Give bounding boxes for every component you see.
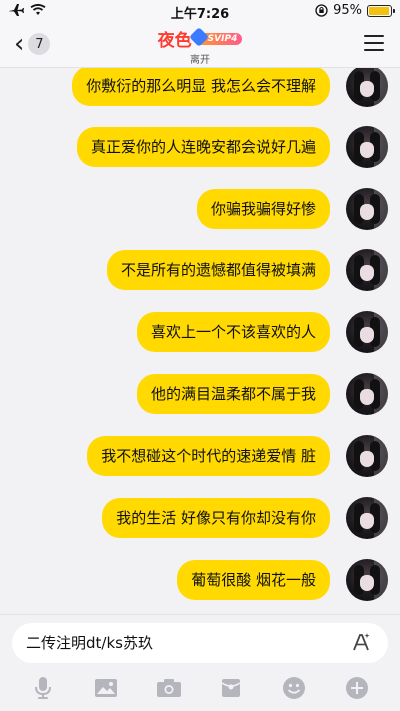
nav-title[interactable]: 夜色 SVIP4 离开 bbox=[0, 26, 400, 66]
message-row: 我的生活 好像只有你却没有你 bbox=[0, 497, 400, 548]
svip-label: SVIP4 bbox=[207, 33, 238, 44]
message-bubble[interactable]: 葡萄很酸 烟花一般 bbox=[177, 560, 330, 600]
image-icon[interactable] bbox=[92, 674, 120, 702]
battery-percent: 95% bbox=[333, 3, 362, 18]
avatar[interactable] bbox=[346, 249, 388, 291]
message-row: 你敷衍的那么明显 我怎么会不理解 bbox=[0, 68, 400, 116]
message-row: 喜欢上一个不该喜欢的人 bbox=[0, 311, 400, 362]
battery-icon bbox=[367, 4, 395, 17]
message-row: 你骗我骗得好惨 bbox=[0, 188, 400, 239]
input-area: 二传注明dt/ks苏玖 bbox=[0, 614, 400, 711]
avatar[interactable] bbox=[346, 188, 388, 230]
nav-bar: ‹ 7 夜色 SVIP4 离开 bbox=[0, 22, 400, 68]
message-bubble[interactable]: 不是所有的遗憾都值得被填满 bbox=[106, 250, 330, 290]
orientation-lock-icon bbox=[315, 4, 328, 17]
emoji-icon[interactable] bbox=[280, 674, 308, 702]
camera-icon[interactable] bbox=[155, 674, 183, 702]
menu-button[interactable] bbox=[364, 35, 384, 51]
menu-line bbox=[364, 49, 384, 51]
svip-diamond-icon bbox=[188, 26, 209, 47]
avatar[interactable] bbox=[346, 373, 388, 415]
microphone-icon[interactable] bbox=[29, 674, 57, 702]
message-row: 葡萄很酸 烟花一般 bbox=[0, 559, 400, 610]
chat-area[interactable]: 你敷衍的那么明显 我怎么会不理解 真正爱你的人连晚安都会说好几遍 你骗我骗得好惨… bbox=[0, 68, 400, 614]
toolbar bbox=[0, 671, 400, 705]
message-row: 他的满目温柔都不属于我 bbox=[0, 373, 400, 424]
red-packet-icon[interactable] bbox=[217, 674, 245, 702]
message-input-text: 二传注明dt/ks苏玖 bbox=[26, 634, 153, 652]
avatar[interactable] bbox=[346, 311, 388, 353]
plus-icon[interactable] bbox=[343, 674, 371, 702]
message-row: 真正爱你的人连晚安都会说好几遍 bbox=[0, 126, 400, 177]
text-style-icon[interactable] bbox=[350, 631, 372, 653]
message-bubble[interactable]: 他的满目温柔都不属于我 bbox=[136, 374, 330, 414]
message-bubble[interactable]: 我的生活 好像只有你却没有你 bbox=[102, 498, 330, 538]
menu-line bbox=[364, 42, 384, 44]
message-row: 我不想碰这个时代的速递爱情 脏 bbox=[0, 435, 400, 486]
avatar[interactable] bbox=[346, 435, 388, 477]
message-bubble[interactable]: 喜欢上一个不该喜欢的人 bbox=[136, 312, 330, 352]
contact-name: 夜色 bbox=[157, 31, 192, 51]
contact-status: 离开 bbox=[190, 55, 210, 66]
menu-line bbox=[364, 35, 384, 37]
avatar[interactable] bbox=[346, 68, 388, 107]
message-bubble[interactable]: 你骗我骗得好惨 bbox=[196, 189, 330, 229]
avatar[interactable] bbox=[346, 559, 388, 601]
message-row: 不是所有的遗憾都值得被填满 bbox=[0, 249, 400, 300]
message-input[interactable]: 二传注明dt/ks苏玖 bbox=[12, 623, 388, 663]
status-bar: 上午7:26 95% bbox=[0, 0, 400, 22]
battery-fill bbox=[369, 6, 389, 15]
message-bubble[interactable]: 我不想碰这个时代的速递爱情 脏 bbox=[87, 436, 330, 476]
nav-title-row: 夜色 SVIP4 bbox=[158, 26, 243, 51]
avatar[interactable] bbox=[346, 497, 388, 539]
svip-badge: SVIP4 bbox=[188, 26, 243, 47]
message-bubble[interactable]: 真正爱你的人连晚安都会说好几遍 bbox=[76, 127, 330, 167]
message-bubble[interactable]: 你敷衍的那么明显 我怎么会不理解 bbox=[72, 68, 330, 106]
status-right: 95% bbox=[315, 3, 395, 18]
avatar[interactable] bbox=[346, 126, 388, 168]
